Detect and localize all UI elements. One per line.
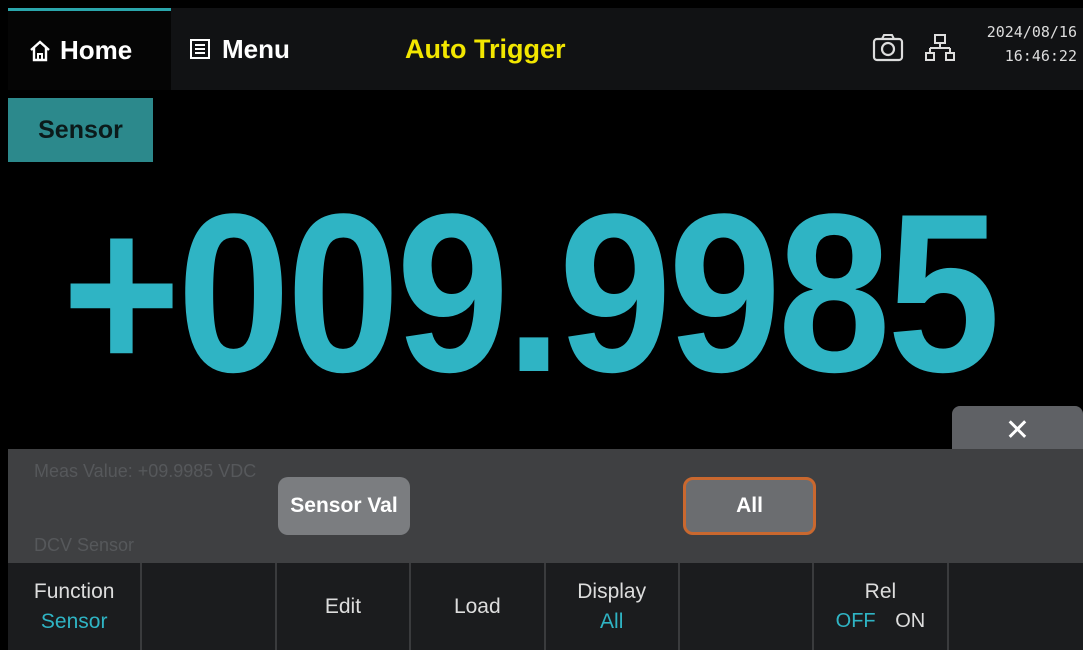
menu-button[interactable]: Menu xyxy=(188,8,290,90)
function-tag: Sensor xyxy=(8,98,153,162)
option-all-button[interactable]: All xyxy=(683,477,816,535)
softkey-load[interactable]: Load xyxy=(411,563,546,650)
softkey-label: Load xyxy=(453,594,501,618)
top-bar: Home Menu Auto Trigger 2024/08/16 16:46:… xyxy=(8,8,1083,90)
home-icon xyxy=(28,39,52,63)
menu-icon xyxy=(188,37,212,61)
camera-icon[interactable] xyxy=(870,30,906,66)
softkey-label: Function xyxy=(33,579,115,603)
softkey-display[interactable]: Display All xyxy=(546,563,680,650)
rel-toggle: OFF ON xyxy=(836,610,926,633)
softkey-rel[interactable]: Rel OFF ON xyxy=(814,563,949,650)
softkey-function[interactable]: Function Sensor xyxy=(8,563,143,650)
menu-label: Menu xyxy=(222,33,290,64)
rel-on-state: ON xyxy=(895,610,926,632)
softkey-empty-2[interactable] xyxy=(142,563,277,650)
time-text: 16:46:22 xyxy=(1004,47,1077,65)
close-icon: ✕ xyxy=(1004,413,1031,447)
softkey-edit[interactable]: Edit xyxy=(277,563,412,650)
date-text: 2024/08/16 xyxy=(986,23,1077,41)
softkey-empty-6[interactable] xyxy=(680,563,815,650)
trigger-mode-title: Auto Trigger xyxy=(405,33,566,64)
home-tab[interactable]: Home xyxy=(8,8,171,90)
softkey-empty-8[interactable] xyxy=(949,563,1083,650)
softkey-bar: Function Sensor Edit Load Display All Re… xyxy=(8,563,1083,650)
datetime: 2024/08/16 16:46:22 xyxy=(987,20,1077,68)
softkey-label: Edit xyxy=(324,594,362,618)
background-function-text: DCV Sensor xyxy=(34,535,135,555)
network-icon xyxy=(925,30,955,66)
softkey-label: Display xyxy=(577,579,647,603)
display-option-panel: Meas Value: +09.9985 VDC DCV Sensor Sens… xyxy=(8,449,1083,563)
softkey-value: Sensor xyxy=(40,609,108,633)
close-popup-button[interactable]: ✕ xyxy=(952,406,1083,454)
background-measure-text: Meas Value: +09.9985 VDC xyxy=(34,461,257,481)
home-label: Home xyxy=(60,35,133,65)
rel-off-state: OFF xyxy=(835,610,876,632)
main-reading: +009.9985 xyxy=(62,166,1000,419)
option-sensor-val-button[interactable]: Sensor Val xyxy=(278,477,410,535)
softkey-value: All xyxy=(600,609,624,633)
softkey-label: Rel xyxy=(864,580,897,603)
